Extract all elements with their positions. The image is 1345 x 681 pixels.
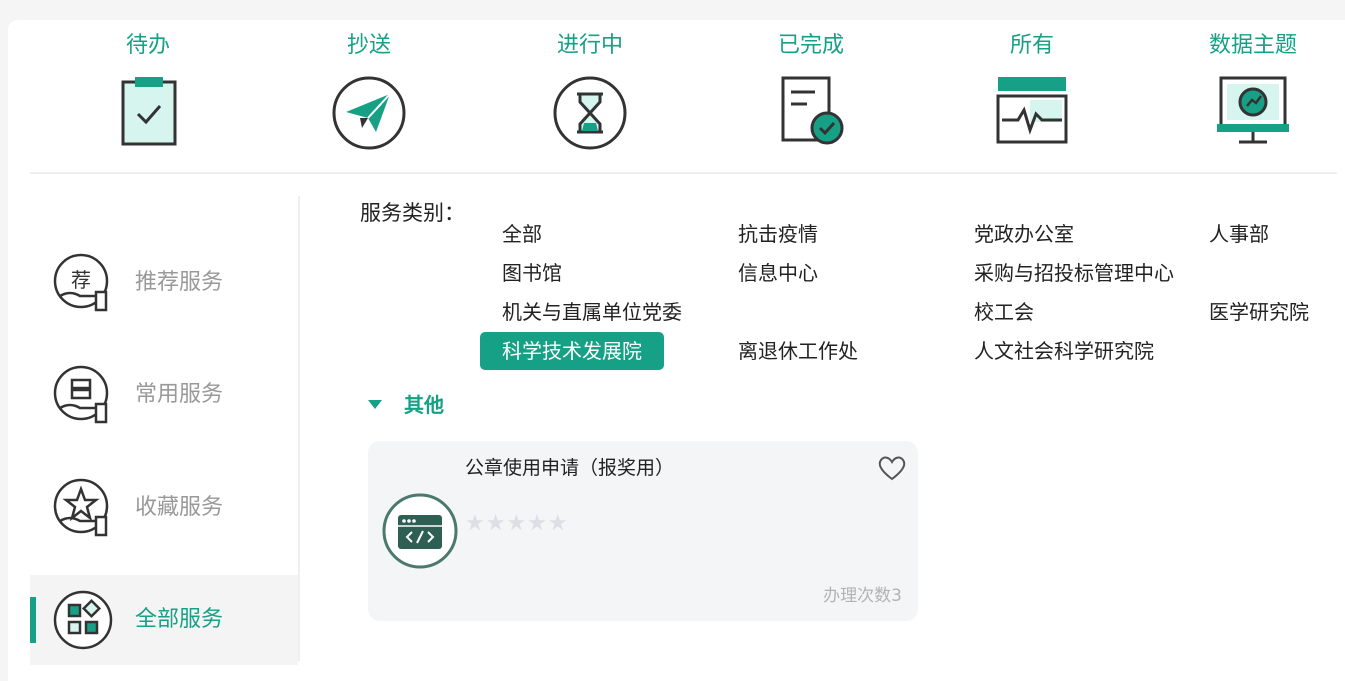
handle-count: 办理次数3 bbox=[823, 586, 902, 606]
sidebar-item-common[interactable]: 常用服务 bbox=[30, 350, 298, 440]
tab-data-theme-label: 数据主题 bbox=[1208, 33, 1297, 58]
category-info-center[interactable]: 信息中心 bbox=[738, 254, 818, 292]
tab-all-label: 所有 bbox=[1009, 33, 1054, 58]
group-title[interactable]: 其他 bbox=[404, 389, 444, 418]
sidebar-separator bbox=[298, 196, 300, 661]
paper-plane-icon bbox=[332, 76, 406, 150]
document-done-icon bbox=[781, 76, 844, 145]
category-medical[interactable]: 医学研究院 bbox=[1209, 293, 1309, 331]
data-screen-icon bbox=[1217, 76, 1289, 144]
sidebar-item-all-services[interactable]: 全部服务 bbox=[30, 575, 298, 665]
rating-stars: ★★★★★ bbox=[465, 511, 569, 536]
category-party-committee[interactable]: 机关与直属单位党委 bbox=[502, 293, 682, 331]
category-title: 服务类别： bbox=[360, 201, 465, 225]
svg-text:荐: 荐 bbox=[71, 268, 91, 292]
tab-completed[interactable]: 已完成 bbox=[731, 30, 891, 155]
tab-cc-label: 抄送 bbox=[346, 33, 391, 58]
hourglass-icon bbox=[553, 76, 627, 150]
sidebar-item-label: 收藏服务 bbox=[135, 495, 224, 520]
category-party-office[interactable]: 党政办公室 bbox=[974, 215, 1074, 253]
tab-todo-label: 待办 bbox=[125, 33, 170, 58]
category-procurement[interactable]: 采购与招投标管理中心 bbox=[974, 254, 1174, 292]
sidebar-item-recommended[interactable]: 荐 推荐服务 bbox=[30, 238, 298, 328]
tab-in-progress[interactable]: 进行中 bbox=[510, 30, 670, 155]
category-library[interactable]: 图书馆 bbox=[502, 254, 562, 292]
category-all[interactable]: 全部 bbox=[502, 215, 542, 253]
category-epidemic[interactable]: 抗击疫情 bbox=[738, 215, 818, 253]
grid-apps-icon bbox=[53, 590, 113, 650]
clipboard-check-icon bbox=[121, 77, 177, 146]
sidebar-item-label: 常用服务 bbox=[135, 382, 224, 407]
monitor-pulse-icon bbox=[996, 77, 1068, 144]
category-retirement[interactable]: 离退休工作处 bbox=[738, 332, 858, 370]
tab-data-theme[interactable]: 数据主题 bbox=[1173, 30, 1333, 155]
tab-in-progress-label: 进行中 bbox=[556, 33, 623, 58]
code-window-icon bbox=[382, 493, 458, 569]
category-humanities[interactable]: 人文社会科学研究院 bbox=[974, 332, 1154, 370]
sidebar-item-favorites[interactable]: 收藏服务 bbox=[30, 463, 298, 553]
tab-completed-label: 已完成 bbox=[777, 33, 844, 58]
category-science-tech[interactable]: 科学技术发展院 bbox=[480, 332, 664, 370]
service-title: 公章使用申请（报奖用） bbox=[465, 457, 675, 479]
tab-all[interactable]: 所有 bbox=[952, 30, 1112, 155]
caret-down-icon[interactable] bbox=[368, 400, 382, 409]
recommend-hand-icon: 荐 bbox=[53, 253, 109, 312]
active-indicator bbox=[30, 597, 36, 643]
sidebar-item-label: 推荐服务 bbox=[135, 270, 224, 295]
category-hr[interactable]: 人事部 bbox=[1209, 215, 1269, 253]
service-card[interactable]: 公章使用申请（报奖用） ★★★★★ 办理次数3 bbox=[368, 441, 918, 621]
category-union[interactable]: 校工会 bbox=[974, 293, 1034, 331]
favorite-hand-icon bbox=[53, 478, 109, 537]
top-divider bbox=[30, 172, 1337, 174]
heart-outline-icon[interactable] bbox=[878, 455, 906, 481]
sidebar-item-label: 全部服务 bbox=[135, 607, 224, 632]
tab-todo[interactable]: 待办 bbox=[68, 30, 228, 155]
common-hand-icon bbox=[53, 365, 109, 424]
tab-cc[interactable]: 抄送 bbox=[289, 30, 449, 155]
